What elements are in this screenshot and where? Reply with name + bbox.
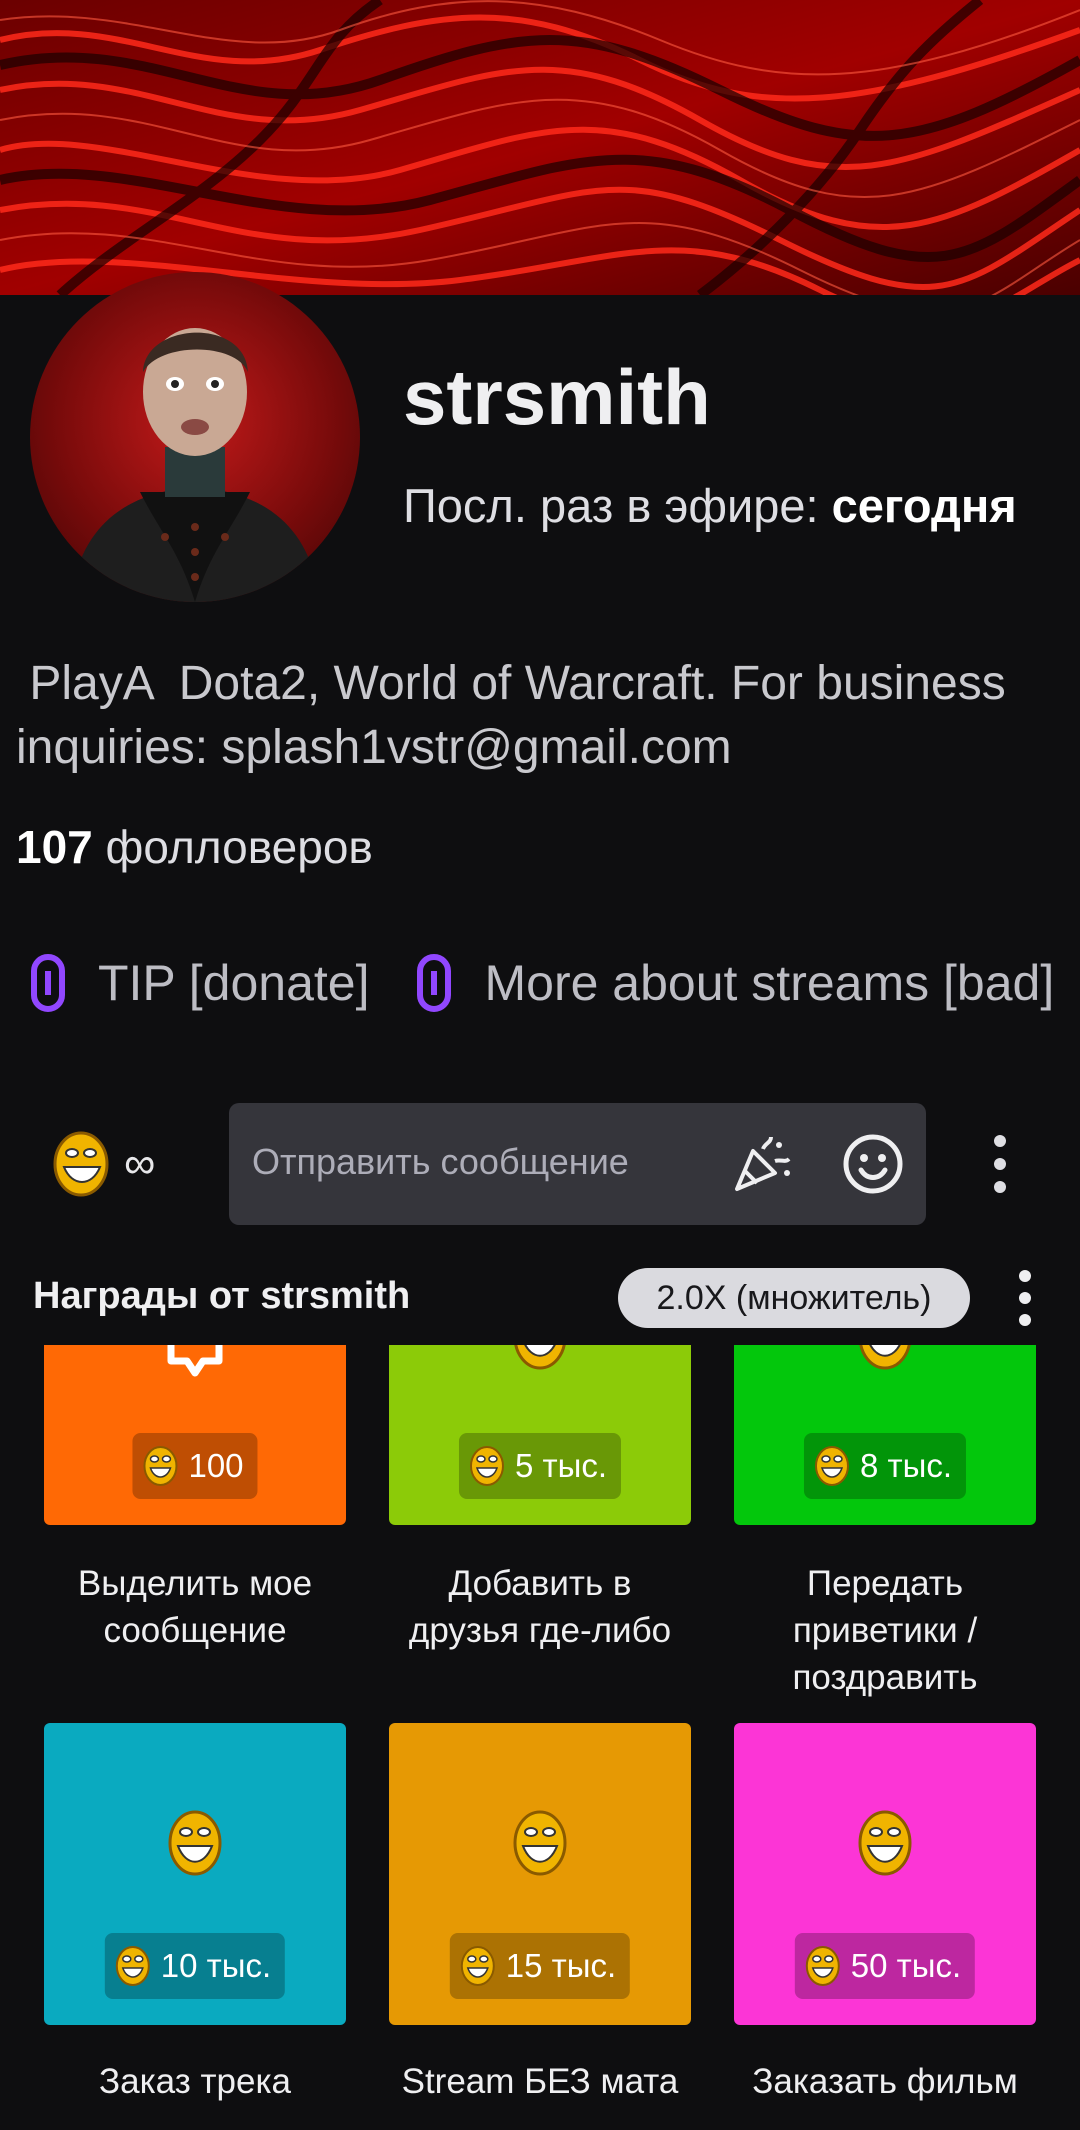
reward-tile: 15 тыс. xyxy=(389,1723,691,2025)
reward-title: Заказ трека xyxy=(24,2058,366,2105)
rewards-title: Награды от strsmith xyxy=(33,1275,411,1317)
reward-cost: 50 тыс. xyxy=(794,1933,976,1999)
party-popper-icon[interactable] xyxy=(731,1133,793,1195)
channel-points-emote xyxy=(513,1810,567,1876)
last-live-status: Посл. раз в эфире: сегодня xyxy=(403,478,1017,533)
reward-cost: 10 тыс. xyxy=(104,1933,286,1999)
reward-title: Stream БЕЗ мата xyxy=(369,2058,711,2105)
reward-title-line: Добавить в xyxy=(448,1564,632,1603)
reward-title-line: поздравить xyxy=(792,1658,978,1697)
bio-line-1: PlayA Dota2, World of Warcraft. For busi… xyxy=(16,657,1006,710)
chat-input-row: ∞ Отправить сообщение xyxy=(0,1103,1080,1225)
reward-cost-label: 100 xyxy=(188,1447,244,1484)
reward-title: Заказать фильм xyxy=(714,2058,1056,2105)
smiley-icon[interactable] xyxy=(841,1132,905,1196)
channel-points-emote xyxy=(805,1946,840,1986)
channel-points-emote xyxy=(143,1446,178,1486)
profile-banner xyxy=(0,0,1080,295)
channel-links: TIP [donate] More about streams [bad] xyxy=(28,948,1080,1018)
channel-bio: PlayA Dota2, World of Warcraft. For busi… xyxy=(16,652,1080,780)
reward-tile: 50 тыс. xyxy=(734,1723,1036,2025)
reward-cost-label: 5 тыс. xyxy=(514,1447,608,1484)
reward-title-line: Заказать фильм xyxy=(752,2062,1018,2101)
reward-title-line: сообщение xyxy=(103,1611,287,1650)
channel-points-emote xyxy=(814,1446,849,1486)
rewards-grid: 100 Выделить мое сообщение 5 тыс. Добави… xyxy=(0,1345,1080,2130)
reward-title-line: друзья где-либо xyxy=(408,1611,672,1650)
chat-input-placeholder: Отправить сообщение xyxy=(252,1141,629,1182)
reward-cost-label: 8 тыс. xyxy=(859,1447,953,1484)
channel-points-emote xyxy=(859,1345,911,1370)
bio-line-2: inquiries: splash1vstr@gmail.com xyxy=(16,721,732,774)
link-label: More about streams [bad] xyxy=(484,955,1055,1011)
link-icon xyxy=(417,954,452,1012)
reward-title-line: Передать xyxy=(806,1564,964,1603)
reward-title-line: приветики / xyxy=(792,1611,978,1650)
channel-points-emote xyxy=(115,1946,150,1986)
channel-points-emote xyxy=(460,1946,495,1986)
reward-cost: 8 тыс. xyxy=(803,1433,967,1499)
channel-username: strsmith xyxy=(403,353,711,441)
channel-points-emote xyxy=(858,1810,912,1876)
more-vertical-icon[interactable] xyxy=(985,1131,1015,1197)
highlight-message-icon xyxy=(167,1345,223,1377)
followers-label: фолловеров xyxy=(92,821,373,873)
chat-message-input[interactable]: Отправить сообщение xyxy=(229,1103,926,1225)
reward-cost: 100 xyxy=(132,1433,258,1499)
reward-title: Выделить мое сообщение xyxy=(24,1560,366,1654)
link-icon xyxy=(31,954,65,1012)
reward-title-line: Заказ трека xyxy=(98,2062,292,2101)
last-live-value: сегодня xyxy=(831,479,1017,532)
reward-cost-label: 10 тыс. xyxy=(160,1947,272,1984)
followers-count: 107 фолловеров xyxy=(16,820,373,874)
reward-cost-label: 15 тыс. xyxy=(505,1947,617,1984)
reward-title: Передать приветики / поздравить xyxy=(714,1560,1056,1701)
reward-tile: 8 тыс. xyxy=(734,1345,1036,1525)
channel-points-emote xyxy=(469,1446,504,1486)
last-live-label: Посл. раз в эфире: xyxy=(403,479,832,532)
channel-points-emote xyxy=(168,1810,222,1876)
followers-number: 107 xyxy=(16,821,93,873)
reward-tile: 10 тыс. xyxy=(44,1723,346,2025)
reward-title-line: Stream БЕЗ мата xyxy=(401,2062,679,2101)
reward-tile: 100 xyxy=(44,1345,346,1525)
channel-points-emote xyxy=(53,1131,109,1197)
reward-title-line: Выделить мое xyxy=(77,1564,313,1603)
reward-tile: 5 тыс. xyxy=(389,1345,691,1525)
reward-cost: 15 тыс. xyxy=(449,1933,631,1999)
reward-title: Добавить в друзья где-либо xyxy=(369,1560,711,1654)
reward-cost: 5 тыс. xyxy=(458,1433,622,1499)
link-label: TIP [donate] xyxy=(98,955,370,1011)
link-more-about-streams[interactable]: More about streams [bad] xyxy=(414,953,1054,1013)
reward-cost-label: 50 тыс. xyxy=(850,1947,962,1984)
link-tip-donate[interactable]: TIP [donate] xyxy=(28,953,369,1013)
channel-points-emote xyxy=(514,1345,566,1370)
channel-points-balance: ∞ xyxy=(124,1139,156,1188)
avatar[interactable] xyxy=(30,272,360,602)
more-vertical-icon[interactable] xyxy=(1010,1268,1040,1328)
points-multiplier-badge[interactable]: 2.0X (множитель) xyxy=(618,1268,970,1328)
